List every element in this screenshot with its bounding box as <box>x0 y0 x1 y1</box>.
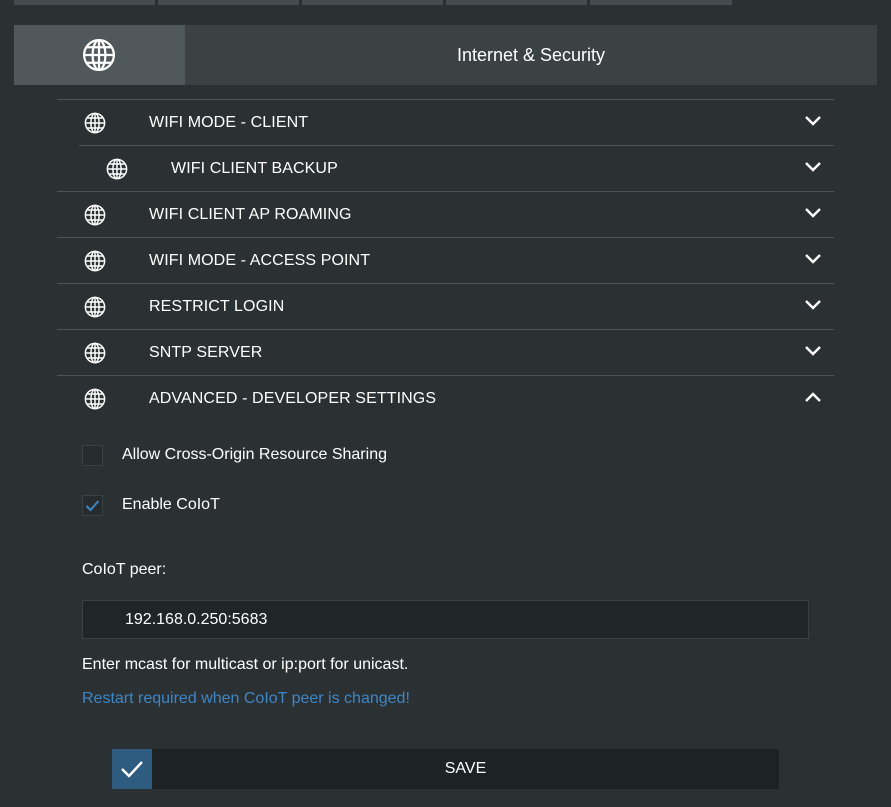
globe-icon <box>82 38 116 72</box>
chevron-down-icon[interactable] <box>804 115 822 127</box>
globe-icon <box>106 158 128 180</box>
accordion-item-wifi-client-ap-roaming[interactable]: WIFI CLIENT AP ROAMING <box>57 191 834 237</box>
globe-icon <box>84 388 106 410</box>
coiot-peer-label: CoIoT peer: <box>82 561 167 578</box>
chevron-down-icon[interactable] <box>804 161 822 173</box>
accordion-item-wifi-client-backup[interactable]: WIFI CLIENT BACKUP <box>79 145 834 191</box>
settings-accordion: WIFI MODE - CLIENT WIFI CLIENT BACKUP WI… <box>57 99 834 420</box>
cors-checkbox-label: Allow Cross-Origin Resource Sharing <box>122 446 387 463</box>
top-tab[interactable] <box>14 0 155 5</box>
header-icon-box <box>14 25 185 85</box>
globe-icon <box>84 342 106 364</box>
coiot-peer-input[interactable] <box>82 600 809 639</box>
chevron-up-icon[interactable] <box>804 391 822 403</box>
save-button-label: SAVE <box>444 760 487 777</box>
accordion-item-wifi-mode-access-point[interactable]: WIFI MODE - ACCESS POINT <box>57 237 834 283</box>
checkmark-icon <box>121 761 143 778</box>
cors-checkbox[interactable] <box>82 445 103 466</box>
save-button[interactable]: SAVE <box>112 749 779 789</box>
section-header: Internet & Security <box>14 25 877 85</box>
accordion-item-label: ADVANCED - DEVELOPER SETTINGS <box>149 390 437 407</box>
accordion-item-restrict-login[interactable]: RESTRICT LOGIN <box>57 283 834 329</box>
accordion-item-advanced-developer-settings[interactable]: ADVANCED - DEVELOPER SETTINGS <box>57 375 834 420</box>
coiot-checkbox[interactable] <box>82 495 103 516</box>
chevron-down-icon[interactable] <box>804 345 822 357</box>
top-tab[interactable] <box>590 0 732 5</box>
accordion-item-sntp-server[interactable]: SNTP SERVER <box>57 329 834 375</box>
top-tab[interactable] <box>446 0 587 5</box>
chevron-down-icon[interactable] <box>804 253 822 265</box>
accordion-item-label: WIFI CLIENT AP ROAMING <box>149 206 352 223</box>
globe-icon <box>84 112 106 134</box>
accordion-item-label: WIFI CLIENT BACKUP <box>171 160 338 177</box>
coiot-peer-hint: Enter mcast for multicast or ip:port for… <box>82 656 409 673</box>
checkmark-icon <box>85 500 100 512</box>
accordion-item-label: SNTP SERVER <box>149 344 263 361</box>
page-title: Internet & Security <box>456 45 606 65</box>
accordion-item-label: RESTRICT LOGIN <box>149 298 285 315</box>
restart-warning: Restart required when CoIoT peer is chan… <box>82 690 410 707</box>
accordion-item-wifi-mode-client[interactable]: WIFI MODE - CLIENT <box>57 99 834 145</box>
globe-icon <box>84 204 106 226</box>
accordion-item-label: WIFI MODE - ACCESS POINT <box>149 252 371 269</box>
globe-icon <box>84 250 106 272</box>
chevron-down-icon[interactable] <box>804 207 822 219</box>
chevron-down-icon[interactable] <box>804 299 822 311</box>
save-icon-box <box>112 749 152 789</box>
top-tab[interactable] <box>302 0 443 5</box>
globe-icon <box>84 296 106 318</box>
top-tab[interactable] <box>158 0 299 5</box>
coiot-checkbox-label: Enable CoIoT <box>122 496 220 513</box>
accordion-item-label: WIFI MODE - CLIENT <box>149 114 309 131</box>
